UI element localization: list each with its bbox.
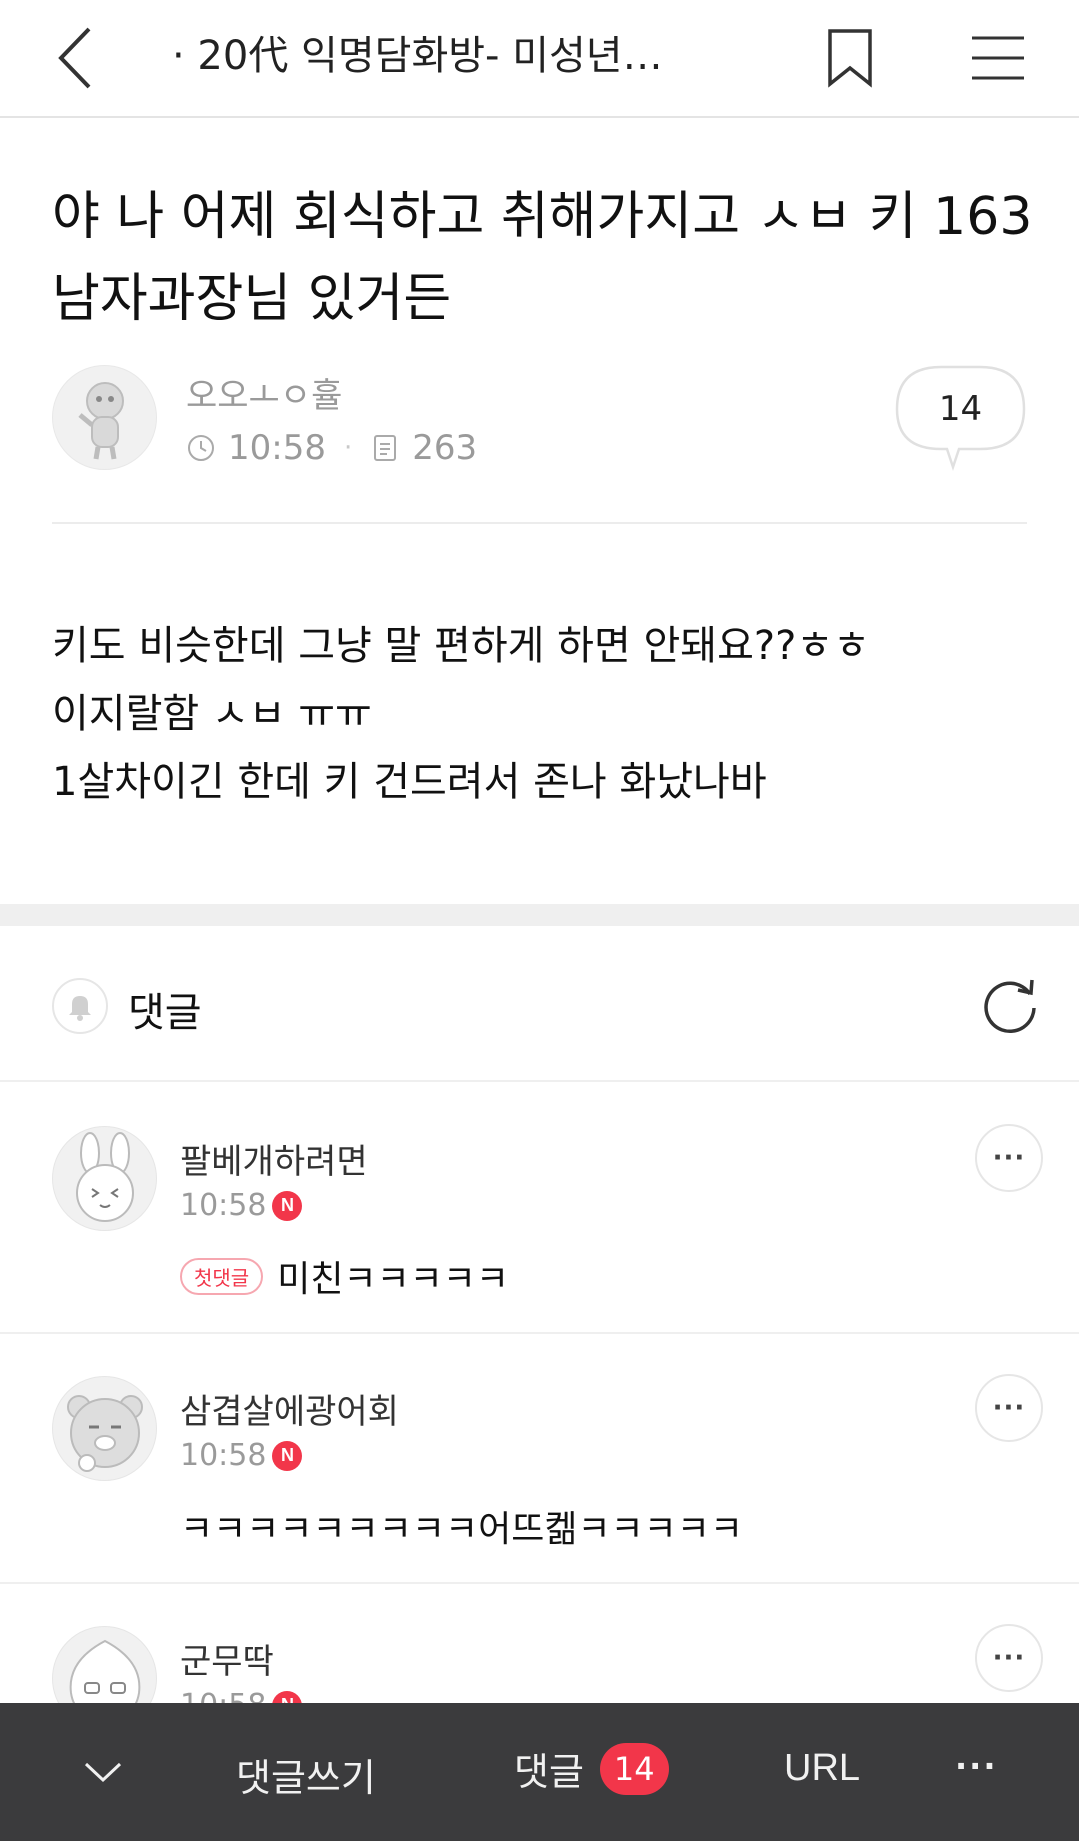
- comment-time-text: 10:58: [180, 1188, 267, 1223]
- section-divider: [0, 904, 1079, 926]
- more-options-button[interactable]: ···: [955, 1747, 997, 1785]
- collapse-button[interactable]: [70, 1739, 136, 1805]
- board-title[interactable]: · 20代 익명담화방- 미성년…: [172, 24, 732, 88]
- refresh-button[interactable]: [978, 974, 1042, 1038]
- new-badge: N: [272, 1440, 303, 1471]
- post-body: 키도 비슷한데 그냥 말 편하게 하면 안돼요??ㅎㅎ 이지랄함 ㅅㅂ ㅠㅠ 1…: [52, 612, 1042, 816]
- write-comment-button[interactable]: 댓글쓰기: [236, 1747, 376, 1802]
- comment-count: 14: [938, 389, 983, 429]
- post-body-line: 이지랄함 ㅅㅂ ㅠㅠ: [52, 691, 372, 737]
- post-body-line: 키도 비슷한데 그냥 말 편하게 하면 안돼요??ㅎㅎ: [52, 623, 870, 669]
- hamburger-menu-icon: [972, 36, 1024, 80]
- comment-count-bubble[interactable]: 14: [893, 363, 1028, 475]
- first-comment-badge: 첫댓글: [180, 1257, 264, 1295]
- notification-toggle[interactable]: [52, 978, 108, 1034]
- comment-body: 미친ㅋㅋㅋㅋㅋ: [277, 1259, 510, 1300]
- comment-more-button[interactable]: ···: [975, 1624, 1043, 1692]
- top-nav-bar: · 20代 익명담화방- 미성년…: [0, 0, 1079, 118]
- post-title: 야 나 어제 회식하고 취해가지고 ㅅㅂ 키 163 남자과장님 있거든: [52, 187, 1033, 329]
- url-button[interactable]: URL: [784, 1747, 860, 1790]
- character-avatar-icon: [77, 381, 124, 459]
- rabbit-avatar-icon: [75, 1131, 134, 1222]
- commenter-name[interactable]: 삼겹살에광어회: [180, 1384, 399, 1433]
- bookmark-button[interactable]: [815, 20, 885, 96]
- bear-avatar-icon: [66, 1394, 143, 1472]
- comment-body: ㅋㅋㅋㅋㅋㅋㅋㅋㅋ어뜨켊ㅋㅋㅋㅋㅋ: [180, 1509, 744, 1550]
- post-meta: 10:58 · 263: [186, 428, 477, 468]
- post-time: 10:58: [228, 428, 326, 468]
- commenter-name[interactable]: 군무딱: [180, 1634, 274, 1683]
- clock-icon: [186, 433, 216, 463]
- commenter-avatar[interactable]: [52, 1126, 157, 1231]
- divider: [52, 522, 1027, 524]
- comment-more-button[interactable]: ···: [975, 1124, 1043, 1192]
- meta-separator: ·: [343, 433, 353, 463]
- comment-time: 10:58 N: [180, 1438, 303, 1473]
- comment-text: ㅋㅋㅋㅋㅋㅋㅋㅋㅋ어뜨켊ㅋㅋㅋㅋㅋ: [180, 1500, 743, 1552]
- views-icon: [370, 433, 400, 463]
- commenter-avatar[interactable]: [52, 1376, 157, 1481]
- post-views: 263: [412, 428, 478, 468]
- comment-time: 10:58 N: [180, 1188, 303, 1223]
- comments-label: 댓글: [128, 990, 202, 1036]
- chevron-left-icon: [58, 27, 91, 89]
- new-badge: N: [272, 1190, 303, 1221]
- menu-button[interactable]: [960, 20, 1036, 96]
- comments-count-badge: 14: [599, 1742, 669, 1795]
- comment-time-text: 10:58: [180, 1438, 267, 1473]
- comments-button[interactable]: 댓글 14: [514, 1741, 669, 1796]
- commenter-name[interactable]: 팔베개하려면: [180, 1134, 368, 1183]
- post-body-line: 1살차이긴 한데 키 건드려서 존나 화났나바: [52, 759, 767, 805]
- comment-item: 팔베개하려면 10:58 N 첫댓글 미친ㅋㅋㅋㅋㅋ ···: [0, 1084, 1079, 1334]
- refresh-icon: [984, 979, 1036, 1034]
- author-avatar[interactable]: [52, 365, 157, 470]
- comment-more-button[interactable]: ···: [975, 1374, 1043, 1442]
- bell-icon: [69, 996, 91, 1021]
- back-button[interactable]: [40, 18, 110, 98]
- comments-header: 댓글: [0, 926, 1079, 1082]
- author-name[interactable]: 오오ㅗㅇ휼: [186, 368, 342, 417]
- comment-item: 삼겹살에광어회 10:58 N ㅋㅋㅋㅋㅋㅋㅋㅋㅋ어뜨켊ㅋㅋㅋㅋㅋ ···: [0, 1334, 1079, 1584]
- comment-text: 첫댓글 미친ㅋㅋㅋㅋㅋ: [180, 1250, 509, 1302]
- bookmark-icon: [828, 29, 872, 88]
- comments-button-label: 댓글: [514, 1750, 584, 1794]
- bottom-toolbar: 댓글쓰기 댓글 14 URL ···: [0, 1703, 1079, 1841]
- chevron-down-icon: [84, 1762, 122, 1783]
